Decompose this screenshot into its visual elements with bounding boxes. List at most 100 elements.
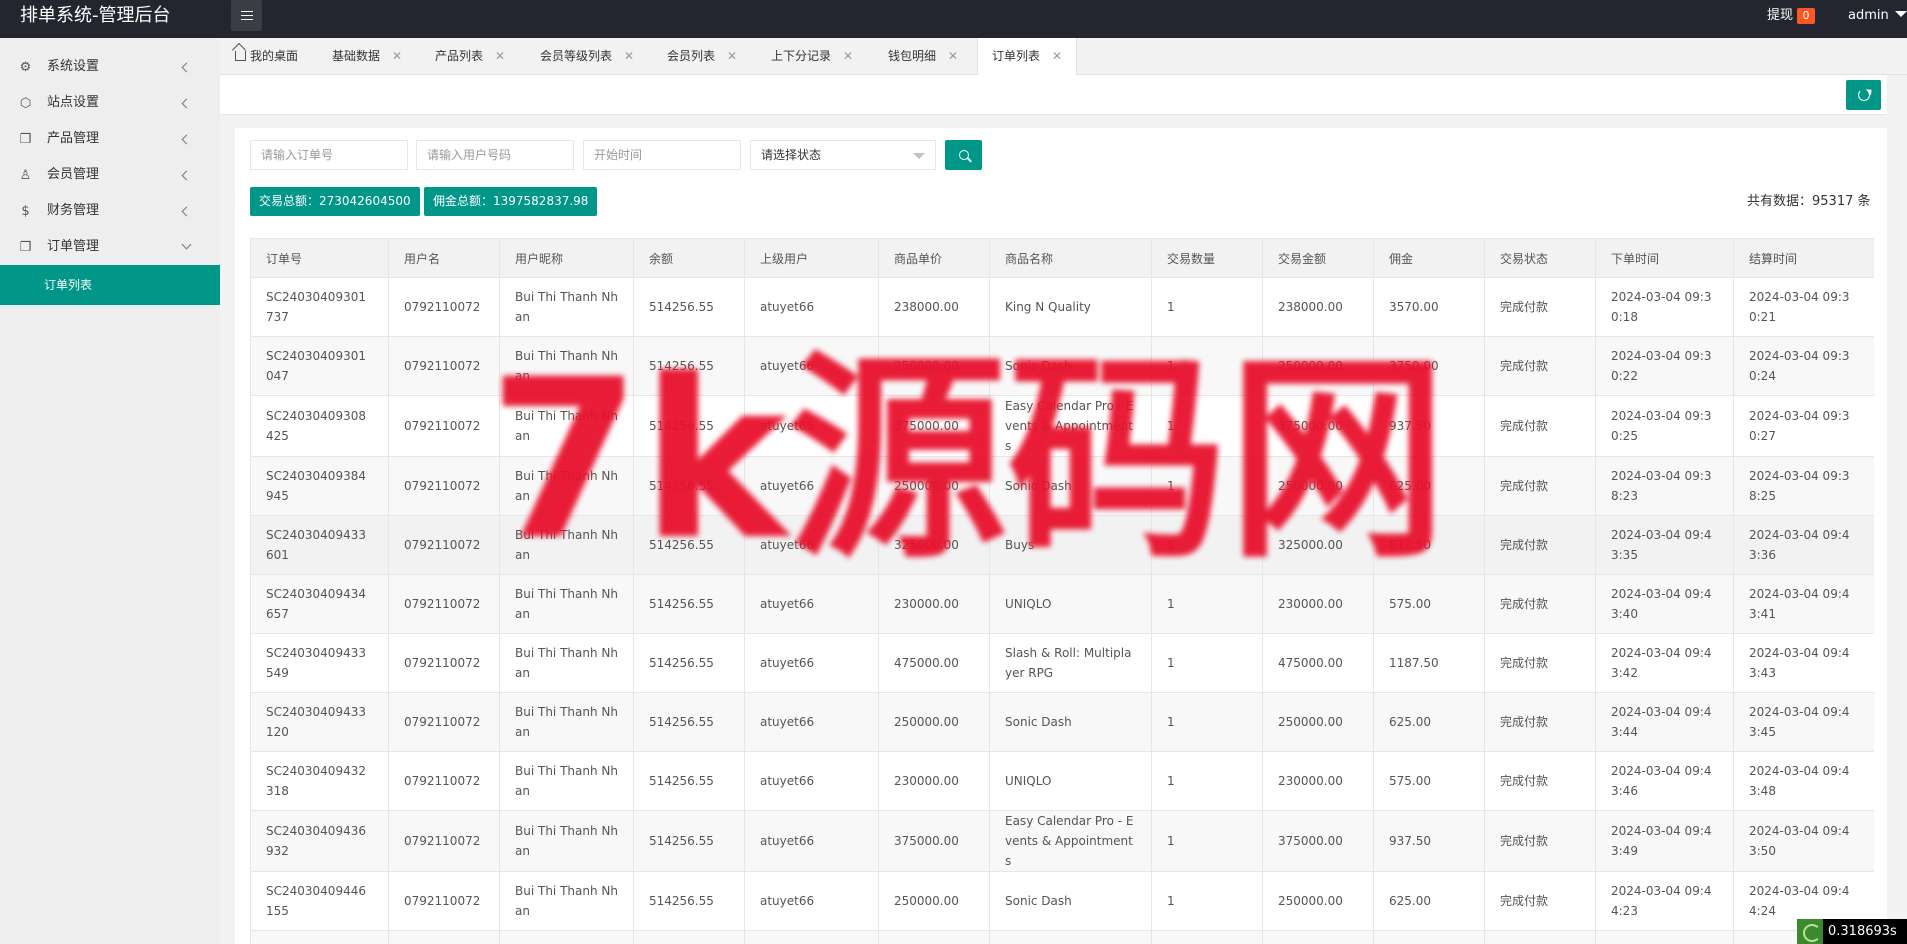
dollar-icon: $ — [21, 204, 30, 219]
sidebar-item-label: 站点设置 — [47, 95, 100, 110]
tab-basic-data[interactable]: 基础数据 ✕ — [332, 38, 402, 75]
table-cell: 0792110072 — [388, 456, 500, 516]
tab-member-level-list[interactable]: 会员等级列表 ✕ — [540, 38, 634, 75]
table-cell: Bui Thi Thanh Nhan — [499, 692, 634, 752]
table-cell: Bui Thi Thanh Nhan — [499, 515, 634, 575]
table-row[interactable]: SC240304094475900792110072Bui Thi Thanh … — [250, 930, 1874, 944]
search-button[interactable] — [945, 140, 982, 170]
table-row[interactable]: SC24030409434657 0792110072 Bui Thi Thanh … — [250, 574, 1874, 634]
table-row[interactable]: SC24030409446155 0792110072 Bui Thi Thanh … — [250, 871, 1874, 931]
sidebar-item-product-management[interactable]: ❒ 产品管理 — [0, 121, 220, 157]
tab-bar: 我的桌面 基础数据 ✕ 产品列表 ✕ 会员等级列表 ✕ 会员列表 ✕ 上下分记录 ✕ 钱包… — [220, 38, 1907, 75]
sidebar-subitem-order-list[interactable]: 订单列表 — [0, 265, 220, 305]
tab-my-desktop[interactable]: 我的桌面 — [235, 38, 298, 75]
table-cell: 250000.00 — [878, 336, 990, 396]
column-header: 商品名称 — [989, 238, 1152, 278]
table-cell: SC24030409434657 — [250, 574, 389, 634]
table-row[interactable]: SC24030409384945 0792110072 Bui Thi Thanh … — [250, 456, 1874, 516]
user-no-input[interactable] — [416, 140, 574, 170]
table-cell: Bui Thi Thanh Nhan — [499, 277, 634, 337]
tab-wallet-details[interactable]: 钱包明细 ✕ — [888, 38, 958, 75]
table-row[interactable]: SC24030409433601 0792110072 Bui Thi Thanh … — [250, 515, 1874, 575]
table-cell: 1 — [1151, 456, 1263, 516]
table-cell: SC24030409308425 — [250, 395, 389, 457]
table-row[interactable]: SC24030409308425 0792110072 Bui Thi Thanh … — [250, 395, 1874, 457]
close-icon[interactable]: ✕ — [392, 49, 402, 63]
orders-table-wrapper: 订单号 用户名 用户昵称 余额 上级用户 商品单价 商品名称 交易数量 交易金额 佣金 交易状态 下单… — [250, 238, 1874, 944]
table-cell: Easy Calendar Pro - Events & Appointment… — [989, 395, 1152, 457]
table-row[interactable]: SC24030409301047 0792110072 Bui Thi Thanh … — [250, 336, 1874, 396]
table-cell: SC24030409432318 — [250, 751, 389, 811]
order-no-input[interactable] — [250, 140, 408, 170]
table-cell: 2024-03-04 09:43:35 — [1595, 515, 1734, 575]
table-cell: 1 — [1151, 751, 1263, 811]
table-cell: 625.00 — [1373, 930, 1485, 944]
tab-order-list[interactable]: 订单列表 ✕ — [977, 38, 1078, 75]
hamburger-icon — [240, 11, 253, 20]
table-cell: Buys — [989, 515, 1152, 575]
table-cell: 3570.00 — [1373, 277, 1485, 337]
user-menu[interactable]: admin — [1848, 0, 1907, 31]
sidebar-item-label: 系统设置 — [47, 59, 100, 74]
table-cell: SC24030409446155 — [250, 871, 389, 931]
table-cell: 完成付款 — [1484, 692, 1596, 752]
table-cell: atuyet66 — [744, 751, 879, 811]
table-cell: Sonic Dash — [989, 930, 1152, 944]
start-time-input[interactable] — [583, 140, 741, 170]
tab-member-list[interactable]: 会员列表 ✕ — [667, 38, 737, 75]
close-icon[interactable]: ✕ — [624, 49, 634, 63]
table-cell: SC24030409433120 — [250, 692, 389, 752]
sidebar-item-order-management[interactable]: ❒ 订单管理 — [0, 229, 220, 265]
table-row[interactable]: SC24030409436932 0792110072 Bui Thi Thanh … — [250, 810, 1874, 872]
table-cell: 0792110072 — [388, 633, 500, 693]
sidebar-item-system-settings[interactable]: ⚙ 系统设置 — [0, 49, 220, 85]
table-cell: 575.00 — [1373, 751, 1485, 811]
table-cell: Sonic Dash — [989, 871, 1152, 931]
caret-down-icon — [913, 153, 925, 159]
sidebar-item-member-management[interactable]: ♙ 会员管理 — [0, 157, 220, 193]
table-cell: 2024-03-04 09:43:48 — [1733, 751, 1874, 811]
column-header: 订单号 — [250, 238, 389, 278]
sidebar-item-site-settings[interactable]: ⬡ 站点设置 — [0, 85, 220, 121]
table-row[interactable]: SC24030409432318 0792110072 Bui Thi Thanh … — [250, 751, 1874, 811]
table-cell: 2024-03-04 09:30:24 — [1733, 336, 1874, 396]
table-cell: 0792110072 — [388, 692, 500, 752]
chevron-left-icon — [181, 206, 192, 217]
chevron-left-icon — [181, 134, 192, 145]
table-cell: atuyet66 — [744, 515, 879, 575]
table-cell: 1 — [1151, 574, 1263, 634]
table-cell: Bui Thi Thanh Nhan — [499, 930, 634, 944]
table-cell: Bui Thi Thanh Nhan — [499, 395, 634, 457]
table-cell: 250000.00 — [878, 871, 990, 931]
chevron-left-icon — [181, 170, 192, 181]
close-icon[interactable]: ✕ — [1052, 49, 1062, 63]
status-select[interactable]: 请选择状态 — [750, 140, 936, 170]
table-row[interactable]: SC24030409433549 0792110072 Bui Thi Thanh … — [250, 633, 1874, 693]
sidebar-item-label: 订单管理 — [47, 239, 100, 254]
sidebar-item-finance-management[interactable]: $ 财务管理 — [0, 193, 220, 229]
table-cell: SC24030409433549 — [250, 633, 389, 693]
table-cell: 514256.55 — [633, 456, 745, 516]
close-icon[interactable]: ✕ — [495, 49, 505, 63]
table-cell: Bui Thi Thanh Nhan — [499, 810, 634, 872]
table-cell: 2024-03-04 09:38:25 — [1733, 456, 1874, 516]
table-cell: atuyet66 — [744, 810, 879, 872]
close-icon[interactable]: ✕ — [727, 49, 737, 63]
tab-product-list[interactable]: 产品列表 ✕ — [435, 38, 505, 75]
tab-balance-records[interactable]: 上下分记录 ✕ — [771, 38, 853, 75]
tab-label: 产品列表 — [435, 49, 484, 63]
chevron-left-icon — [181, 98, 192, 109]
table-cell: 完成付款 — [1484, 395, 1596, 457]
page-timer: 0.318693s — [1823, 919, 1907, 944]
withdraw-link[interactable]: 提现 0 — [1767, 0, 1816, 31]
table-cell: atuyet66 — [744, 574, 879, 634]
close-icon[interactable]: ✕ — [843, 49, 853, 63]
tab-label: 上下分记录 — [771, 49, 832, 63]
table-cell: Bui Thi Thanh Nhan — [499, 751, 634, 811]
menu-toggle-button[interactable] — [231, 0, 262, 31]
refresh-button[interactable] — [1846, 80, 1881, 110]
close-icon[interactable]: ✕ — [948, 49, 958, 63]
table-row[interactable]: SC24030409433120 0792110072 Bui Thi Thanh … — [250, 692, 1874, 752]
table-row[interactable]: SC24030409301737 0792110072 Bui Thi Thanh … — [250, 277, 1874, 337]
gear-icon: ⚙ — [19, 60, 32, 75]
